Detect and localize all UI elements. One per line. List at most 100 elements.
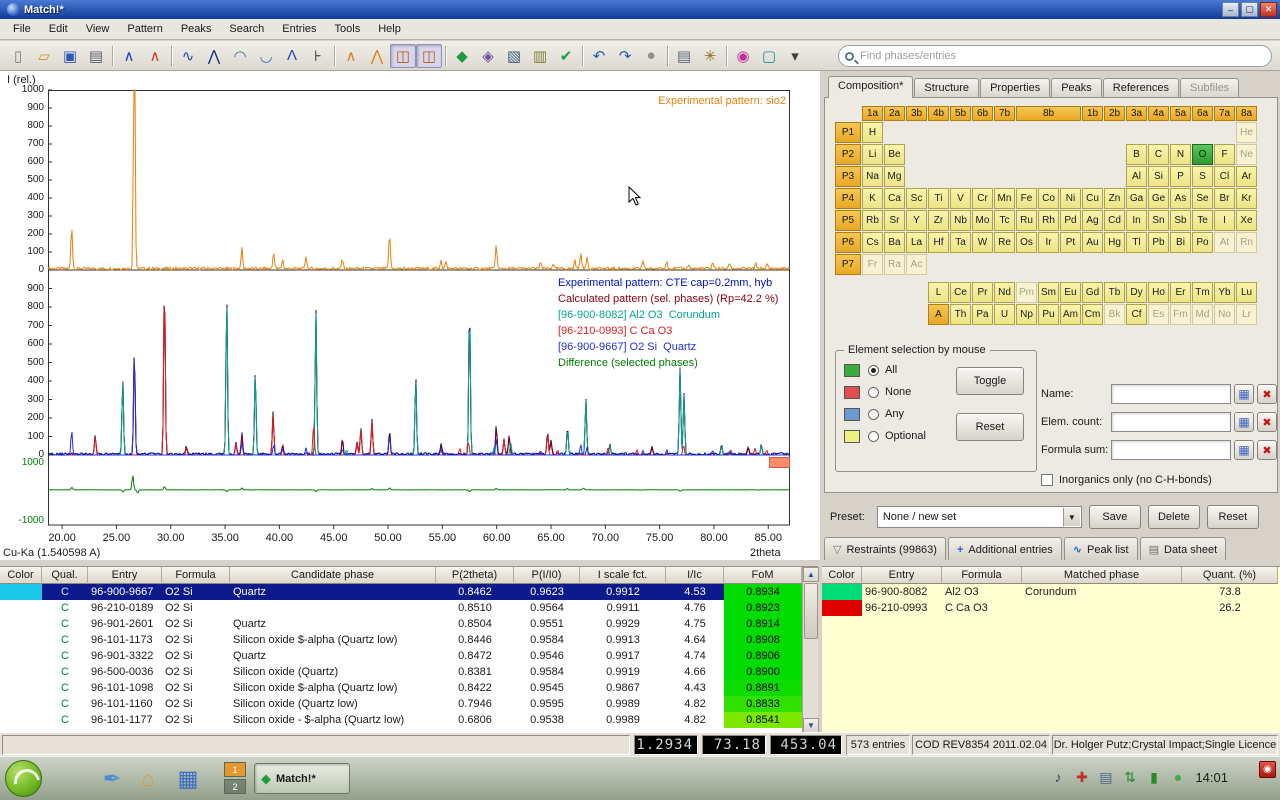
element-pu[interactable]: Pu [1038, 304, 1059, 325]
element-at[interactable]: At [1214, 232, 1235, 253]
any-radio[interactable] [868, 409, 879, 420]
quantify-icon[interactable]: ▧ [501, 44, 527, 68]
period-label-p3[interactable]: P3 [835, 166, 861, 187]
element-pb[interactable]: Pb [1148, 232, 1169, 253]
close-button[interactable]: ✕ [1260, 2, 1277, 17]
tab-peaks[interactable]: Peaks [1051, 78, 1102, 98]
column-header-pii0[interactable]: P(I/I0) [514, 567, 580, 584]
element-sr[interactable]: Sr [884, 210, 905, 231]
displays-icon[interactable]: ▦ [172, 763, 204, 795]
element-te[interactable]: Te [1192, 210, 1213, 231]
element-pr[interactable]: Pr [972, 282, 993, 303]
group-header-6a[interactable]: 6a [1192, 106, 1213, 121]
candidate-row-96-901-2601[interactable]: C96-901-2601O2 SiQuartz0.85040.95510.992… [0, 616, 818, 632]
name-clear-button[interactable]: ✖ [1257, 384, 1277, 404]
column-header-iscalefct[interactable]: I scale fct. [580, 567, 666, 584]
element-se[interactable]: Se [1192, 188, 1213, 209]
element-la[interactable]: La [906, 232, 927, 253]
peak-orange-icon[interactable]: ∧ [338, 44, 364, 68]
color-settings-icon[interactable]: ◉ [730, 44, 756, 68]
matched-row-96-900-8082[interactable]: 96-900-8082Al2 O3Corundum73.8 [822, 584, 1280, 600]
volume-icon[interactable]: ♪ [1048, 767, 1068, 787]
period-label-l[interactable]: L [928, 282, 949, 303]
element-ra[interactable]: Ra [884, 254, 905, 275]
elemcount-table-button[interactable]: ▦ [1234, 412, 1254, 432]
element-ca[interactable]: Ca [884, 188, 905, 209]
element-k[interactable]: K [862, 188, 883, 209]
element-rh[interactable]: Rh [1038, 210, 1059, 231]
name-input[interactable] [1111, 384, 1231, 404]
element-ir[interactable]: Ir [1038, 232, 1059, 253]
element-gd[interactable]: Gd [1082, 282, 1103, 303]
process-pattern-icon[interactable]: ∧ [142, 44, 168, 68]
column-header-color[interactable]: Color [822, 567, 862, 584]
formulasum-table-button[interactable]: ▦ [1234, 440, 1254, 460]
element-ru[interactable]: Ru [1016, 210, 1037, 231]
element-rn[interactable]: Rn [1236, 232, 1257, 253]
element-yb[interactable]: Yb [1214, 282, 1235, 303]
element-xe[interactable]: Xe [1236, 210, 1257, 231]
peaks-orange-icon[interactable]: ⋀ [364, 44, 390, 68]
element-mg[interactable]: Mg [884, 166, 905, 187]
smooth-pattern-icon[interactable]: ◠ [227, 44, 253, 68]
none-radio[interactable] [868, 387, 879, 398]
selection-option-any[interactable]: Any [844, 405, 904, 423]
column-header-fom[interactable]: FoM [724, 567, 802, 584]
column-header-matchedphase[interactable]: Matched phase [1022, 567, 1182, 584]
element-ni[interactable]: Ni [1060, 188, 1081, 209]
element-sm[interactable]: Sm [1038, 282, 1059, 303]
print-icon[interactable]: ▤ [83, 44, 109, 68]
candidate-row-96-901-3322[interactable]: C96-901-3322O2 SiQuartz0.84720.95460.991… [0, 648, 818, 664]
element-ce[interactable]: Ce [950, 282, 971, 303]
element-n[interactable]: N [1170, 144, 1191, 165]
element-he[interactable]: He [1236, 122, 1257, 143]
start-menu-button[interactable] [5, 760, 42, 797]
preset-reset-button[interactable]: Reset [1207, 505, 1259, 529]
scroll-down-icon[interactable]: ▼ [803, 718, 819, 733]
selection-option-all[interactable]: All [844, 361, 897, 379]
notifier-icon[interactable]: ✚ [1072, 767, 1092, 787]
peak-marker-icon[interactable]: ⊦ [305, 44, 331, 68]
group-header-4a[interactable]: 4a [1148, 106, 1169, 121]
element-os[interactable]: Os [1016, 232, 1037, 253]
pager-desktop-2[interactable]: 2 [224, 779, 246, 794]
restraints-icon[interactable]: ◈ [475, 44, 501, 68]
peak-frame-alt-icon[interactable]: ◫ [416, 44, 442, 68]
element-o[interactable]: O [1192, 144, 1213, 165]
period-label-a[interactable]: A [928, 304, 949, 325]
group-header-1b[interactable]: 1b [1082, 106, 1103, 121]
options-icon[interactable]: ✳ [697, 44, 723, 68]
preset-delete-button[interactable]: Delete [1148, 505, 1200, 529]
column-header-candidatephase[interactable]: Candidate phase [230, 567, 436, 584]
element-md[interactable]: Md [1192, 304, 1213, 325]
element-cl[interactable]: Cl [1214, 166, 1235, 187]
taskbar-button-match[interactable]: ◆ Match!* [254, 763, 350, 794]
desktop-pager[interactable]: 1 2 [224, 762, 248, 796]
candidate-row-96-101-1160[interactable]: C96-101-1160O2 SiSilicon oxide (Quartz l… [0, 696, 818, 712]
peak-frame-icon[interactable]: ◫ [390, 44, 416, 68]
search-input[interactable] [860, 50, 1265, 62]
record-icon[interactable]: ● [638, 44, 664, 68]
element-v[interactable]: V [950, 188, 971, 209]
entries-list-icon[interactable]: ▥ [527, 44, 553, 68]
search-match-icon[interactable]: ◆ [449, 44, 475, 68]
tab-references[interactable]: References [1103, 78, 1179, 98]
select-entry-icon[interactable]: ✔ [553, 44, 579, 68]
menu-item-edit[interactable]: Edit [40, 20, 77, 38]
element-po[interactable]: Po [1192, 232, 1213, 253]
preset-combobox[interactable]: None / new set ▼ [877, 506, 1082, 528]
period-label-p2[interactable]: P2 [835, 144, 861, 165]
power-button[interactable]: ◉ [1259, 761, 1276, 778]
optional-radio[interactable] [868, 431, 879, 442]
redo-icon[interactable]: ↷ [612, 44, 638, 68]
candidate-row-96-101-1177[interactable]: C96-101-1177O2 SiSilicon oxide - $-alpha… [0, 712, 818, 728]
menu-item-peaks[interactable]: Peaks [172, 20, 221, 38]
column-header-entry[interactable]: Entry [88, 567, 162, 584]
element-si[interactable]: Si [1148, 166, 1169, 187]
element-al[interactable]: Al [1126, 166, 1147, 187]
selection-option-optional[interactable]: Optional [844, 427, 926, 445]
element-np[interactable]: Np [1016, 304, 1037, 325]
element-u[interactable]: U [994, 304, 1015, 325]
formulasum-input[interactable] [1111, 440, 1231, 460]
element-cd[interactable]: Cd [1104, 210, 1125, 231]
